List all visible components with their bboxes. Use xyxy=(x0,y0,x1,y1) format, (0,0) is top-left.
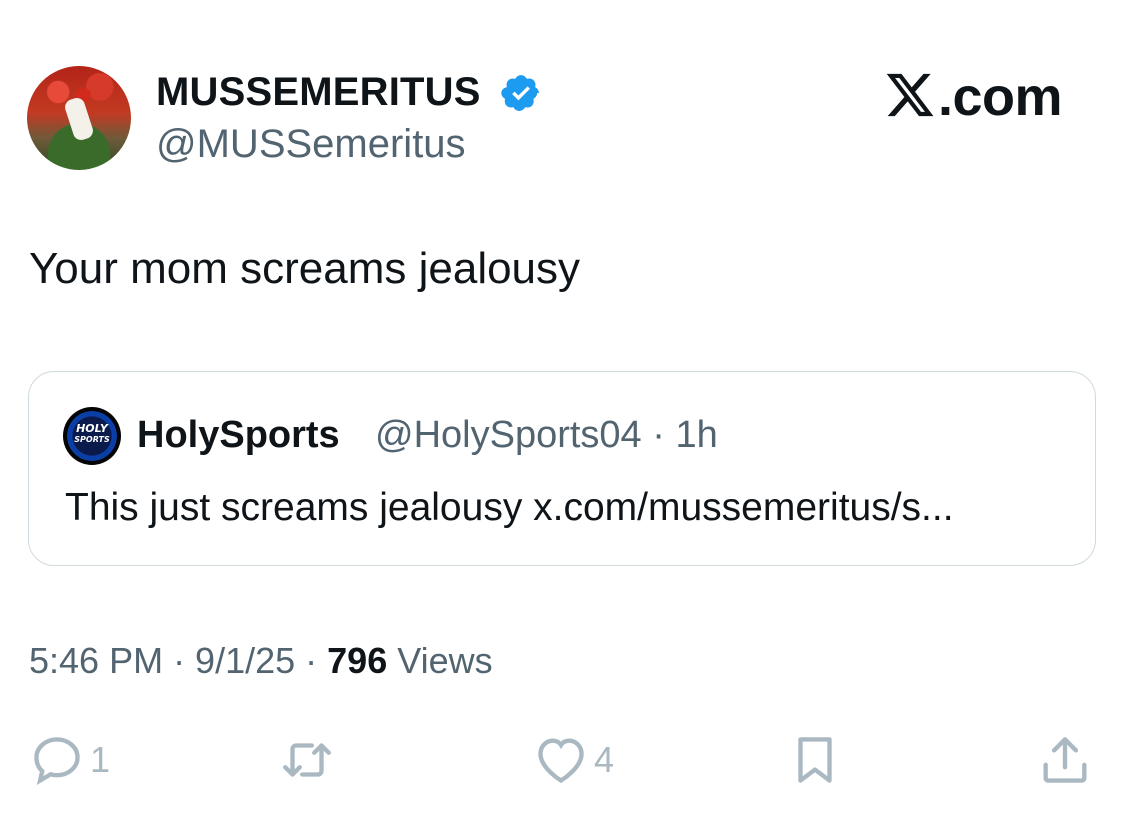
quoted-author-avatar[interactable]: HOLY SPORTS xyxy=(63,407,121,465)
author-avatar[interactable] xyxy=(27,66,131,170)
author-display-name[interactable]: MUSSEMERITUS xyxy=(156,70,481,115)
reply-icon xyxy=(34,737,80,785)
quoted-tweet-text: This just screams jealousy x.com/musseme… xyxy=(65,486,954,529)
like-button[interactable]: 4 xyxy=(532,730,614,790)
quoted-tweet-card[interactable]: HOLY SPORTS HolySports @HolySports04 · 1… xyxy=(28,371,1096,566)
retweet-button[interactable] xyxy=(278,730,336,790)
share-button[interactable] xyxy=(1036,730,1094,790)
tweet-text: Your mom screams jealousy xyxy=(29,244,581,293)
like-icon xyxy=(538,738,584,784)
tweet-meta: 5:46 PM · 9/1/25 · 796 Views xyxy=(29,640,493,682)
bookmark-button[interactable] xyxy=(786,730,844,790)
brand-domain: .com xyxy=(938,67,1063,127)
views-label: Views xyxy=(387,640,493,681)
avatar-player xyxy=(63,95,95,143)
author-handle[interactable]: @MUSSemeritus xyxy=(156,122,466,167)
quoted-author-handle-time[interactable]: @HolySports04 · 1h xyxy=(375,414,718,457)
like-count: 4 xyxy=(594,739,615,780)
avatar-logo-line1: HOLY xyxy=(76,422,108,435)
avatar-logo-line2: SPORTS xyxy=(74,435,110,444)
avatar-logo-text: HOLY SPORTS xyxy=(63,422,121,445)
reply-count: 1 xyxy=(90,739,111,780)
x-brand-logo: .com xyxy=(884,66,1063,128)
tweet-timestamp[interactable]: 5:46 PM · 9/1/25 · xyxy=(29,640,327,681)
quoted-author-name[interactable]: HolySports xyxy=(137,414,340,457)
share-icon xyxy=(1043,737,1087,783)
views-count: 796 xyxy=(327,640,388,681)
bookmark-icon xyxy=(798,737,832,783)
retweet-icon xyxy=(283,743,331,777)
reply-button[interactable]: 1 xyxy=(28,730,110,790)
x-logo-icon xyxy=(886,73,934,117)
verified-badge-icon xyxy=(501,75,539,111)
